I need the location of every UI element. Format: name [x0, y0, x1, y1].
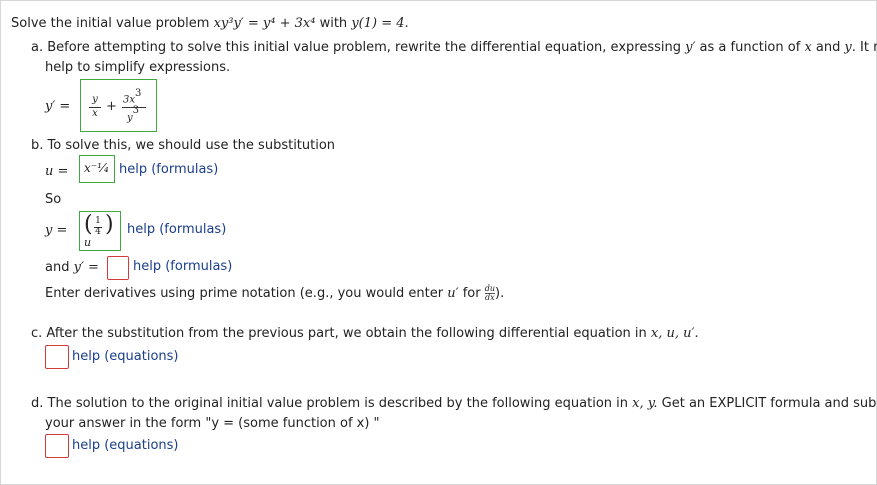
- part-a-text: a. Before attempting to solve this initi…: [31, 40, 681, 55]
- note-text: Enter derivatives using prime notation (…: [45, 286, 444, 301]
- frac2-den-exp: 3: [132, 105, 140, 116]
- close-paren: ): [105, 212, 114, 237]
- part-a-answer-label: y′ =: [45, 99, 71, 114]
- y-answer-base: u: [84, 236, 92, 249]
- problem-statement: Solve the initial value problem xy³y′ = …: [11, 15, 409, 33]
- part-c-prompt: c. After the substitution from the previ…: [31, 325, 699, 343]
- part-a-x: x: [804, 40, 812, 55]
- frac1-denominator: x: [92, 108, 98, 119]
- part-a-prompt: a. Before attempting to solve this initi…: [31, 39, 877, 57]
- y-exp-denominator: 4: [95, 227, 101, 237]
- help-formulas-link-3[interactable]: help (formulas): [133, 259, 232, 274]
- part-c-text: c. After the substitution from the previ…: [31, 326, 647, 341]
- problem-condition: y(1) = 4.: [351, 16, 409, 31]
- part-b-u-answer-box[interactable]: x⁻¹⁄₄: [79, 155, 115, 183]
- part-b-note: Enter derivatives using prime notation (…: [45, 285, 504, 303]
- frac2-num-base: 3x: [123, 94, 136, 106]
- problem-intro: Solve the initial value problem: [11, 16, 210, 31]
- part-b-prompt: b. To solve this, we should use the subs…: [31, 138, 336, 153]
- y-exp-numerator: 1: [95, 216, 101, 226]
- part-a-text-3: . It may: [851, 40, 877, 55]
- note-fraction: du dx: [484, 285, 496, 302]
- frac2-num-exp: 3: [135, 88, 142, 99]
- note-for: for: [462, 286, 481, 301]
- part-b-u-label: u =: [45, 164, 69, 179]
- help-equations-link-d[interactable]: help (equations): [72, 438, 179, 453]
- part-a-prompt-line2: help to simplify expressions.: [45, 59, 230, 77]
- part-a-text-4: help to simplify expressions.: [45, 60, 231, 75]
- help-formulas-link-2[interactable]: help (formulas): [127, 222, 226, 237]
- part-a-answer-box[interactable]: y x + 3x3 y3: [80, 79, 157, 132]
- frac2-denominator: y3: [127, 105, 140, 124]
- yprime-and: and: [45, 260, 70, 275]
- part-d-text-1: d. The solution to the original initial …: [31, 396, 628, 411]
- problem-with: with: [319, 16, 348, 31]
- part-c-input[interactable]: [45, 345, 69, 369]
- part-a-yprime: y′: [685, 40, 696, 55]
- part-b-so: So: [45, 192, 62, 207]
- help-formulas-link-1[interactable]: help (formulas): [119, 162, 218, 177]
- part-b-y-answer-box[interactable]: ( 1 4 ) u: [79, 211, 121, 251]
- yprime-input[interactable]: [107, 256, 129, 280]
- part-d-vars: x, y.: [632, 396, 658, 411]
- part-d-input[interactable]: [45, 434, 69, 458]
- part-d-prompt: d. The solution to the original initial …: [31, 395, 877, 413]
- part-c-vars: x, u, u′.: [650, 326, 699, 341]
- part-d-text-2: Get an EXPLICIT formula and submit: [661, 396, 877, 411]
- part-a-y: y: [844, 40, 852, 55]
- help-equations-link-c[interactable]: help (equations): [72, 349, 179, 364]
- open-paren: (: [84, 212, 93, 237]
- frac2-den-base: y: [127, 112, 133, 124]
- part-b-yprime-label: and y′ =: [45, 259, 99, 277]
- yprime-eq: y′ =: [73, 260, 99, 275]
- frac2-numerator: 3x3: [123, 88, 142, 106]
- frac1-numerator: y: [92, 94, 98, 105]
- note-uprime: u′: [447, 286, 459, 301]
- part-b-y-label: y =: [45, 223, 68, 238]
- plus-sign: +: [106, 99, 117, 114]
- problem-card: Solve the initial value problem xy³y′ = …: [0, 0, 877, 485]
- u-answer-value: x⁻¹⁄₄: [84, 161, 109, 175]
- problem-equation: xy³y′ = y⁴ + 3x⁴: [213, 16, 316, 31]
- part-a-text-2: as a function of: [699, 40, 801, 55]
- part-d-prompt-line2: your answer in the form "y = (some funct…: [45, 416, 380, 431]
- note-frac-den: dx: [485, 293, 495, 302]
- note-end: ).: [495, 286, 505, 301]
- part-a-and: and: [815, 40, 841, 55]
